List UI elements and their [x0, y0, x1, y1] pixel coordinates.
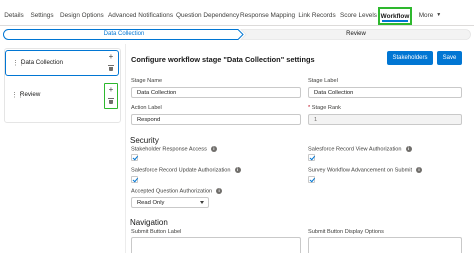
trash-icon[interactable] [108, 65, 114, 71]
submit-button-display-select[interactable] [308, 237, 462, 253]
tab-score-levels[interactable]: Score Levels [340, 6, 377, 25]
stage-actions: + [104, 53, 118, 74]
sf-view-auth-row: Salesforce Record View Authorization i [308, 146, 412, 152]
stage-rank-label-text: Stage Rank [311, 105, 341, 111]
accepted-question-auth-select[interactable]: Read Only [131, 197, 209, 208]
info-icon[interactable]: i [405, 146, 412, 152]
sf-update-auth-row: Salesforce Record Update Authorization i [131, 167, 241, 173]
stage-item-review[interactable]: ⋮⋮ Review + [5, 80, 119, 112]
tab-details[interactable]: Details [4, 6, 24, 25]
tab-response-mapping[interactable]: Response Mapping [240, 6, 295, 25]
survey-advance-label: Survey Workflow Advancement on Submit [308, 167, 413, 174]
info-icon[interactable]: i [210, 146, 217, 152]
submit-button-label-label: Submit Button Label [131, 229, 182, 235]
stage-actions-highlighted: + [104, 83, 118, 109]
trash-icon[interactable] [108, 98, 114, 104]
panel-title: Configure workflow stage "Data Collectio… [131, 55, 315, 64]
chevron-down-icon [200, 201, 204, 204]
stage-label-input[interactable]: Data Collection [308, 87, 462, 98]
stakeholder-access-checkbox[interactable] [131, 154, 138, 161]
tab-question-dependency[interactable]: Question Dependency [176, 6, 239, 25]
info-icon[interactable]: i [216, 188, 223, 194]
sf-view-auth-checkbox[interactable] [308, 154, 315, 161]
stakeholders-button[interactable]: Stakeholders [387, 51, 433, 65]
accepted-question-auth-label: Accepted Question Authorization [131, 188, 213, 195]
stage-name-label: Stage Name [131, 78, 163, 84]
tab-more-label: More [418, 12, 434, 19]
navigation-heading: Navigation [130, 218, 168, 227]
survey-advance-row: Survey Workflow Advancement on Submit i [308, 167, 423, 174]
path-step-review[interactable]: Review [245, 29, 467, 40]
stakeholder-access-label: Stakeholder Response Access [131, 146, 207, 153]
workflow-path: Data Collection Review [3, 29, 471, 40]
submit-button-display-label: Submit Button Display Options [308, 229, 384, 235]
info-icon[interactable]: i [416, 167, 423, 173]
sf-view-auth-label: Salesforce Record View Authorization [308, 146, 402, 153]
chevron-down-icon: ▼ [436, 12, 442, 18]
stage-item-data-collection[interactable]: ⋮⋮ Data Collection + [5, 50, 119, 76]
accepted-question-auth-row: Accepted Question Authorization i [131, 188, 223, 195]
tab-advanced-notifications[interactable]: Advanced Notifications [108, 6, 173, 25]
stage-label-label: Stage Label [308, 78, 338, 84]
submit-button-label-input[interactable] [131, 237, 301, 253]
security-heading: Security [130, 136, 159, 145]
action-label-input[interactable]: Respond [131, 114, 301, 125]
tab-settings[interactable]: Settings [30, 6, 54, 25]
tab-link-records[interactable]: Link Records [298, 6, 336, 25]
sf-update-auth-label: Salesforce Record Update Authorization [131, 167, 231, 174]
required-asterisk: * [308, 105, 311, 111]
stage-item-label: Review [20, 91, 41, 98]
stage-rank-input: 1 [308, 114, 462, 125]
tab-design-options[interactable]: Design Options [60, 6, 104, 25]
stakeholder-access-row: Stakeholder Response Access i [131, 146, 217, 152]
stage-name-input[interactable]: Data Collection [131, 87, 301, 98]
save-button[interactable]: Save [437, 51, 462, 65]
stage-rank-label: * Stage Rank [308, 105, 341, 111]
tab-more[interactable]: More ▼ [416, 6, 444, 25]
add-stage-icon[interactable]: + [105, 86, 117, 94]
stage-item-label: Data Collection [21, 59, 63, 66]
add-stage-icon[interactable]: + [104, 53, 118, 61]
divider [125, 44, 126, 253]
tab-workflow[interactable]: Workflow [378, 7, 412, 25]
tab-bar: Details Settings Design Options Advanced… [0, 6, 474, 26]
sf-update-auth-checkbox[interactable] [131, 176, 138, 183]
info-icon[interactable]: i [234, 167, 241, 173]
action-label-label: Action Label [131, 105, 162, 111]
accepted-question-auth-value: Read Only [137, 200, 165, 206]
path-step-data-collection[interactable]: Data Collection [8, 29, 240, 40]
survey-advance-checkbox[interactable] [308, 176, 315, 183]
